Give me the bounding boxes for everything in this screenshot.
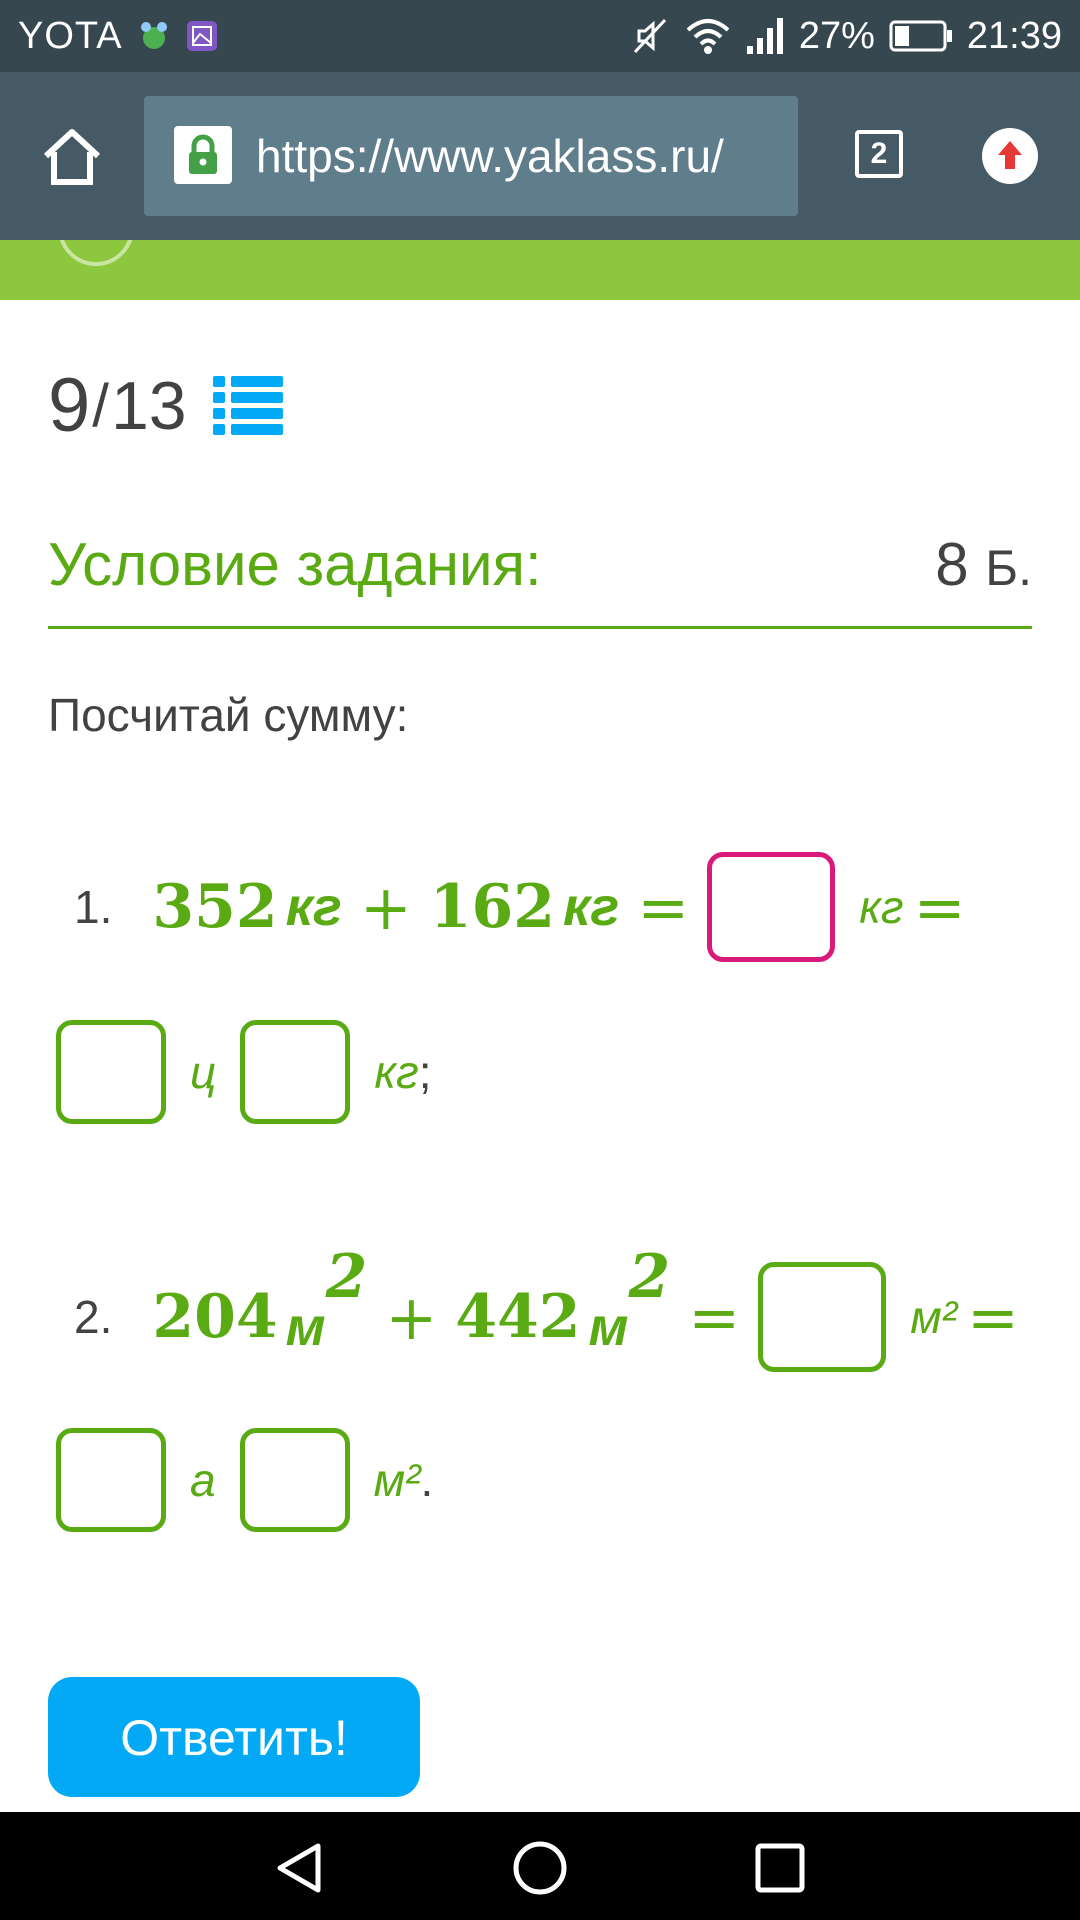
counter-separator: / [92,372,109,439]
address-bar[interactable]: https://www.yaklass.ru/ [144,96,798,216]
problem-1-term-a: 352 [152,872,278,942]
problem-1-result-unit: кг [859,881,904,933]
site-header-strip [0,240,1080,300]
answer-input-2-total-m2[interactable] [758,1262,887,1372]
status-bar: YOTA 27% 21:39 [0,0,1080,72]
problem-2-term-b-unit: м2 [588,1241,671,1357]
update-button[interactable] [982,128,1038,184]
plus-sign: + [385,1280,438,1354]
problem-2-unit-are: а [190,1454,216,1506]
problem-2-term-a-unit: м2 [285,1241,368,1357]
notification-app-icon [140,22,167,49]
task-list-icon[interactable] [212,374,283,438]
points-unit: Б. [985,540,1032,596]
signal-icon [746,18,783,54]
problem-1-term-b-unit: кг [563,877,620,937]
home-icon[interactable] [40,124,104,188]
problem-1-term-b: 162 [429,872,556,942]
problem-2-result-unit: м² [910,1291,958,1343]
tab-switcher-button[interactable]: 2 [855,130,903,178]
condition-header: Условие задания: 8 Б. [48,520,1032,629]
clock: 21:39 [966,14,1062,57]
equals-sign: = [967,1280,1019,1354]
answer-input-2-ares[interactable] [56,1428,166,1532]
answer-input-1-total-kg[interactable] [707,852,836,962]
answer-input-2-square-meters[interactable] [239,1428,350,1532]
problem-2-number: 2. [74,1291,113,1343]
problem-2-unit-m2: м² [373,1454,421,1506]
battery-icon [889,20,952,52]
problem-1-unit-centner: ц [190,1046,217,1098]
problem-2-term-a: 204 [152,1282,278,1352]
task-instruction: Посчитай сумму: [48,689,409,741]
system-navigation-bar [0,1812,1080,1920]
points-badge: 8 Б. [935,530,1032,599]
condition-title: Условие задания: [48,531,542,598]
points-value: 8 [935,531,969,598]
carrier-name: YOTA [18,14,123,57]
answer-input-1-centners[interactable] [56,1020,166,1124]
problem-2-term-b: 442 [455,1282,581,1352]
problem-1-line-2: ц кг ; [56,1020,432,1124]
exponent: 2 [325,1241,368,1312]
mute-icon [633,18,666,54]
answer-input-1-kilograms[interactable] [240,1020,351,1124]
back-icon[interactable] [272,1840,328,1896]
problem-1-punctuation: ; [418,1046,432,1098]
profile-circle-icon[interactable] [58,240,134,266]
problem-2-punctuation: . [420,1454,434,1506]
battery-percent: 27% [798,14,875,57]
submit-answer-button[interactable]: Ответить! [48,1677,420,1797]
problem-2-line-2: а м² . [56,1428,433,1532]
lock-icon[interactable] [174,126,232,184]
problem-1-term-a-unit: кг [285,877,342,937]
recent-apps-icon[interactable] [752,1840,808,1896]
equals-sign: = [637,870,690,944]
exponent: 2 [628,1241,671,1312]
counter-total: 13 [110,367,187,444]
url-text: https://www.yaklass.ru/ [256,130,724,182]
browser-toolbar: https://www.yaklass.ru/ 2 [0,72,1080,240]
problem-1-line-1: 1. 352 кг + 162 кг = кг = [74,852,984,962]
problem-1-number: 1. [74,881,113,933]
counter-current: 9 [48,363,91,448]
arrow-up-icon [998,141,1022,169]
problem-2-line-1: 2. 204 м2 + 442 м2 = м² = [74,1241,1037,1372]
home-circle-icon[interactable] [512,1840,568,1896]
equals-sign: = [688,1280,741,1354]
wifi-icon [686,19,730,54]
equals-sign: = [913,870,966,944]
task-counter: 9 / 13 [48,362,283,449]
gallery-icon [186,21,217,51]
plus-sign: + [359,870,412,944]
problem-1-unit-kg: кг [374,1046,419,1098]
